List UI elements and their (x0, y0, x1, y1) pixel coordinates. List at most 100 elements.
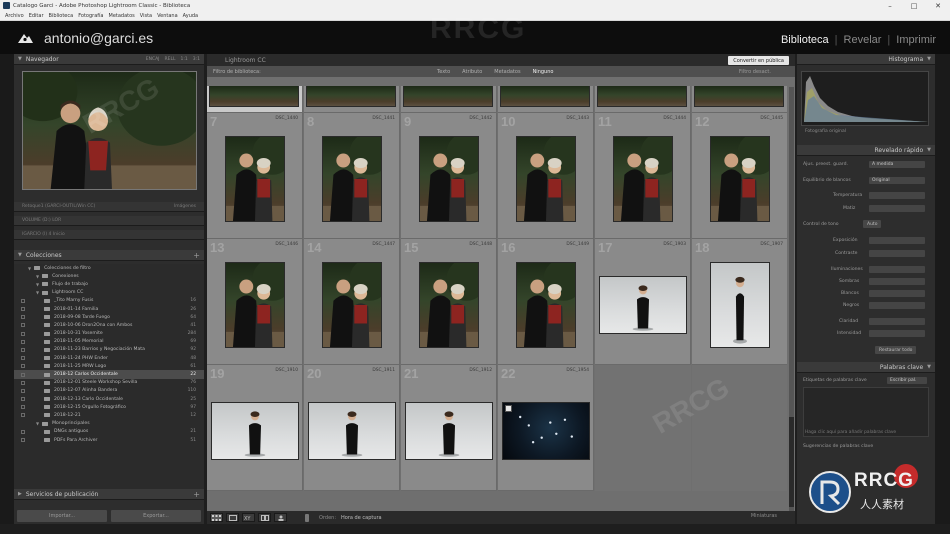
menu-archivo[interactable]: Archivo (5, 13, 24, 19)
grid-cell[interactable]: 21 DSC_1912 (401, 365, 497, 491)
grid-cell-partial[interactable] (498, 86, 594, 113)
target-checkbox[interactable] (21, 372, 25, 377)
photo-thumbnail[interactable] (600, 277, 686, 333)
grid-cell[interactable]: 15 DSC_1448 (401, 239, 497, 365)
grid-cell[interactable]: 22 DSC_1954 (498, 365, 594, 491)
grid-cell[interactable]: 19 DSC_1910 (207, 365, 303, 491)
painter-spray-icon[interactable] (305, 513, 309, 522)
compare-view-icon[interactable]: XY (242, 513, 255, 522)
target-checkbox[interactable] (21, 388, 25, 393)
target-checkbox[interactable] (21, 438, 25, 443)
scrollbar-thumb[interactable] (789, 417, 794, 507)
make-public-button[interactable]: Convertir en pública (728, 56, 789, 65)
menu-biblioteca[interactable]: Biblioteca (49, 13, 74, 19)
collection-item[interactable]: 2018-11-24 PHW Ender 48 (14, 354, 204, 362)
zoom-fit-option[interactable]: ENCAJ (146, 57, 160, 62)
thumbnail-size-slider[interactable]: Miniaturas (751, 513, 777, 519)
target-checkbox[interactable] (21, 298, 25, 303)
zoom-3-1-option[interactable]: 3:1 (193, 57, 200, 62)
zoom-1-1-option[interactable]: 1:1 (181, 57, 188, 62)
grid-cell[interactable]: 9 DSC_1442 (401, 113, 497, 239)
close-icon[interactable]: ✕ (926, 0, 950, 11)
expand-triangle-icon[interactable]: ▼ (36, 290, 39, 295)
collection-item[interactable]: 2018-11-23 Barrios y Negociación Mata 92 (14, 346, 204, 354)
white-balance-dropdown[interactable]: Original (869, 177, 925, 184)
target-checkbox[interactable] (21, 323, 25, 328)
target-checkbox[interactable] (21, 356, 25, 361)
shadows-stepper[interactable] (869, 278, 925, 285)
catalog-row[interactable]: Retoque1 (GARCI-OUTIL/Win CC) Imágenes (14, 202, 204, 212)
photo-thumbnail[interactable] (226, 137, 284, 221)
grid-cell[interactable]: 13 DSC_1446 (207, 239, 303, 365)
grid-cell[interactable]: 10 DSC_1443 (498, 113, 594, 239)
collection-item[interactable]: 2018-12-07 Alinha Bandera 110 (14, 387, 204, 395)
photo-thumbnail[interactable] (711, 137, 769, 221)
photo-thumbnail[interactable] (711, 263, 769, 347)
photo-thumbnail[interactable] (517, 263, 575, 347)
collection-item[interactable]: 2018-10-31 Yosemite 284 (14, 330, 204, 338)
photo-thumbnail[interactable] (503, 403, 589, 459)
grid-cell-partial[interactable] (401, 86, 497, 113)
grid-cell-partial[interactable] (207, 86, 303, 113)
target-checkbox[interactable] (21, 380, 25, 385)
collection-item[interactable]: 2018-12 Carlos Occidentale 22 (14, 370, 204, 379)
collection-item[interactable]: 2018-12-15 Orgullo Fotográfico 97 (14, 403, 204, 411)
collections-header[interactable]: ▼ Colecciones + (14, 250, 204, 261)
photo-thumbnail[interactable] (420, 263, 478, 347)
menu-ayuda[interactable]: Ayuda (183, 13, 198, 19)
auto-tone-button[interactable]: Auto (863, 220, 882, 228)
catalog-row[interactable]: IGARCIO (I) 4 Inicio (14, 230, 204, 240)
expand-triangle-icon[interactable]: ▼ (36, 282, 39, 287)
photo-thumbnail[interactable] (226, 263, 284, 347)
histogram-header[interactable]: Histograma ▼ (797, 54, 935, 65)
sort-dropdown[interactable]: Hora de captura (341, 515, 382, 521)
target-checkbox[interactable] (21, 397, 25, 402)
left-panel-edge[interactable] (0, 54, 14, 524)
grid-cell[interactable]: 18 DSC_1907 (692, 239, 787, 365)
target-checkbox[interactable] (21, 339, 25, 344)
add-collection-icon[interactable]: + (193, 251, 200, 260)
keywords-header[interactable]: Palabras clave ▼ (797, 362, 935, 373)
loupe-view-icon[interactable] (226, 513, 239, 522)
filter-metadata[interactable]: Metadatos (494, 69, 520, 75)
collection-item[interactable]: ▼ Monoprincipales (14, 420, 204, 428)
publish-services-header[interactable]: ▶ Servicios de publicación + (14, 489, 204, 500)
target-checkbox[interactable] (21, 413, 25, 418)
collection-item[interactable]: 2018-11-05 Memorial 69 (14, 338, 204, 346)
module-revelar[interactable]: Revelar (838, 34, 888, 46)
people-view-icon[interactable] (274, 513, 287, 522)
target-checkbox[interactable] (21, 364, 25, 369)
photo-thumbnail[interactable] (517, 137, 575, 221)
blacks-stepper[interactable] (869, 302, 925, 309)
grid-cell[interactable]: 16 DSC_1449 (498, 239, 594, 365)
add-publish-icon[interactable]: + (193, 490, 200, 499)
navigator-preview[interactable] (22, 71, 197, 190)
collection-item[interactable]: ▼ Flujo de trabajo (14, 280, 204, 288)
vibrance-stepper[interactable] (869, 330, 925, 337)
expand-triangle-icon[interactable]: ▼ (36, 421, 39, 426)
menu-editar[interactable]: Editar (29, 13, 44, 19)
menu-metadatos[interactable]: Metadatos (109, 13, 135, 19)
menu-ventana[interactable]: Ventana (157, 13, 178, 19)
grid-view-icon[interactable] (210, 513, 223, 522)
expand-triangle-icon[interactable]: ▼ (36, 274, 39, 279)
collection-item[interactable]: ▼ Conexiones (14, 272, 204, 280)
photo-thumbnail[interactable] (323, 137, 381, 221)
grid-cell[interactable]: 14 DSC_1447 (304, 239, 400, 365)
photo-thumbnail[interactable] (309, 403, 395, 459)
highlights-stepper[interactable] (869, 266, 925, 273)
export-button[interactable]: Exportar... (111, 510, 201, 522)
collection-item[interactable]: ▼ Lightroom CC (14, 289, 204, 297)
grid-cell-partial[interactable] (304, 86, 400, 113)
collection-item[interactable]: 2018-12-01 Steele Workshop Sevilla 76 (14, 379, 204, 387)
keyword-tags-dropdown[interactable]: Escribir pal. (887, 377, 927, 384)
grid-cell[interactable]: 17 DSC_1903 (595, 239, 691, 365)
reset-all-button[interactable]: Restaurar todo (875, 346, 917, 354)
target-checkbox[interactable] (21, 347, 25, 352)
grid-cell[interactable]: 12 DSC_1445 (692, 113, 787, 239)
grid-cell[interactable]: 20 DSC_1911 (304, 365, 400, 491)
navigator-header[interactable]: ▼ Navegador ENCAJ RELL 1:1 3:1 (14, 54, 204, 65)
collection-item[interactable]: DNGs antiguos 21 (14, 428, 204, 436)
collection-item[interactable]: 2018-10-06 Dron2Ona con Ambos 41 (14, 321, 204, 329)
tint-stepper[interactable] (869, 205, 925, 212)
